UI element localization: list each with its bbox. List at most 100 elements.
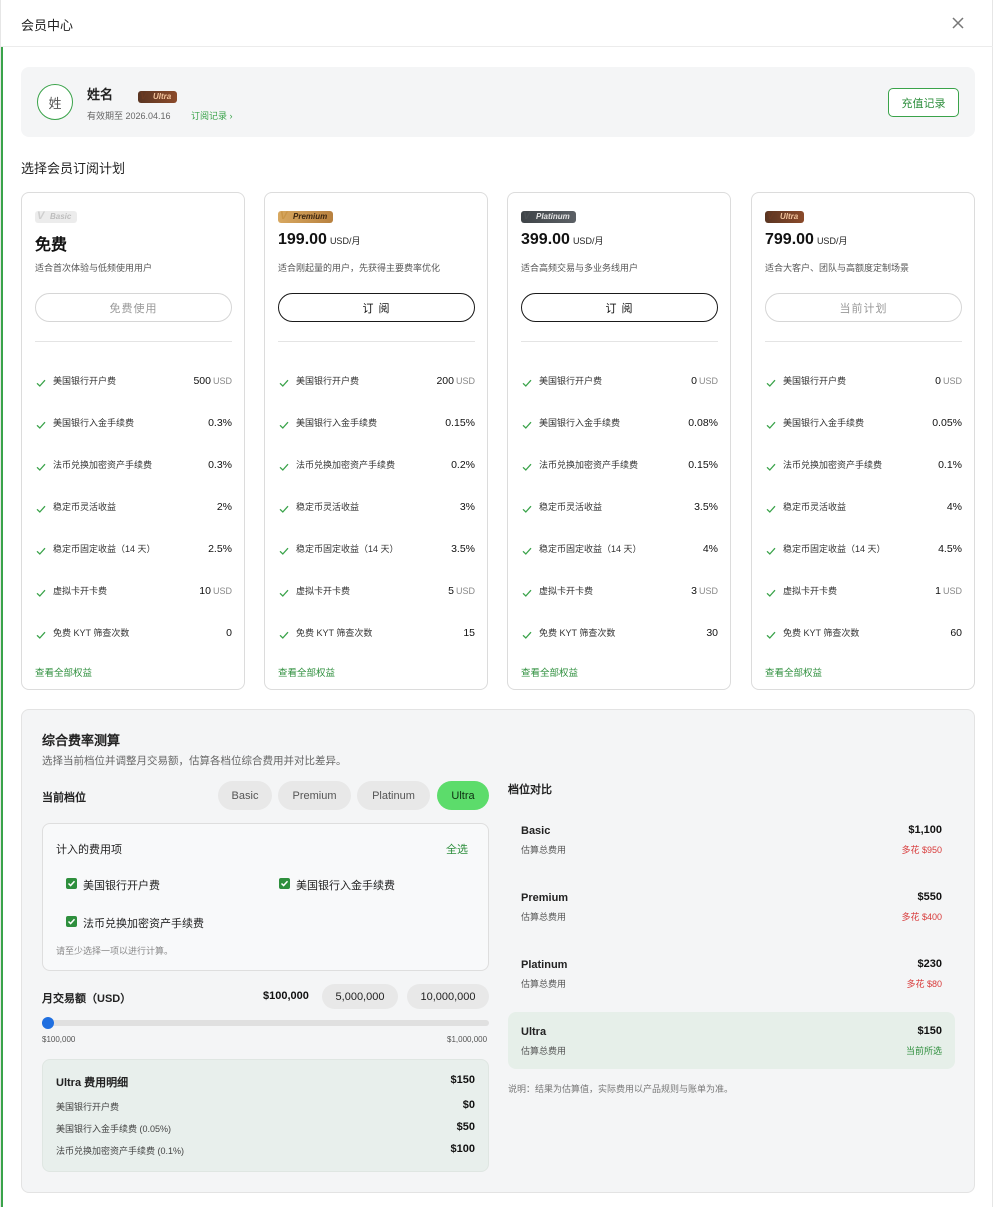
select-all-link[interactable]: 全选 bbox=[446, 841, 468, 857]
feature-unit: USD bbox=[455, 376, 475, 386]
current-tier-label: 当前档位 bbox=[42, 792, 86, 804]
feature-value: 0 bbox=[226, 627, 232, 639]
fee-option-label: 美国银行开户费 bbox=[83, 880, 160, 892]
compare-item-platinum: Platinum 估算总费用 $230 多花 $80 bbox=[508, 945, 955, 1002]
checkbox-checked[interactable] bbox=[66, 916, 77, 927]
feature-name: 美国银行开户费 bbox=[783, 376, 847, 386]
plan-description: 适合大客户、团队与高额度定制场景 bbox=[765, 263, 910, 273]
check-icon bbox=[35, 418, 47, 430]
feature-value: 60 bbox=[950, 627, 962, 639]
check-icon bbox=[278, 460, 290, 472]
plan-feature-row: 稳定币固定收益（14 天） 4.5% bbox=[765, 542, 962, 558]
tier-pill-platinum[interactable]: Platinum bbox=[357, 781, 430, 810]
feature-value: 4% bbox=[946, 501, 962, 513]
check-icon bbox=[521, 502, 533, 514]
tier-pill-premium[interactable]: Premium bbox=[278, 781, 351, 810]
detail-row-label: 法币兑换加密资产手续费 (0.1%) bbox=[56, 1146, 185, 1156]
feature-name: 美国银行入金手续费 bbox=[783, 418, 865, 428]
plan-feature-row: 免费 KYT 筛查次数 0 bbox=[35, 626, 232, 642]
check-icon bbox=[35, 460, 47, 472]
compare-tier-current: 当前所选 bbox=[905, 1046, 942, 1056]
check-icon bbox=[521, 418, 533, 430]
close-button[interactable] bbox=[948, 13, 968, 33]
compare-tier-name: Premium bbox=[521, 892, 569, 904]
plan-feature-row: 免费 KYT 筛查次数 60 bbox=[765, 626, 962, 642]
free-use-button[interactable]: 免费使用 bbox=[35, 293, 232, 322]
check-icon bbox=[765, 628, 777, 640]
check-icon bbox=[765, 502, 777, 514]
plan-feature-row: 法币兑换加密资产手续费 0.2% bbox=[278, 458, 475, 474]
plan-description: 适合刚起量的用户，先获得主要费率优化 bbox=[278, 263, 441, 273]
feature-name: 虚拟卡开卡费 bbox=[296, 586, 351, 596]
detail-row-value: $0 bbox=[462, 1099, 475, 1111]
feature-value: 3 USD bbox=[691, 585, 718, 597]
feature-name: 稳定币灵活收益 bbox=[296, 502, 360, 512]
compare-tier-value: $230 bbox=[917, 958, 942, 970]
feature-value: 0.05% bbox=[932, 417, 962, 429]
fee-items-title: 计入的费用项 bbox=[56, 844, 122, 856]
view-all-benefits-link[interactable]: 查看全部权益 bbox=[521, 665, 578, 679]
feature-name: 稳定币固定收益（14 天） bbox=[296, 544, 399, 554]
compare-item-basic: Basic 估算总费用 $1,100 多花 $950 bbox=[508, 811, 955, 868]
view-all-benefits-link[interactable]: 查看全部权益 bbox=[35, 665, 92, 679]
check-icon bbox=[521, 586, 533, 598]
feature-name: 法币兑换加密资产手续费 bbox=[539, 460, 639, 470]
checkbox-checked[interactable] bbox=[66, 878, 77, 889]
tier-pill-ultra[interactable]: Ultra bbox=[437, 781, 489, 810]
feature-unit: USD bbox=[455, 586, 475, 596]
compare-tier-diff: 多花 $950 bbox=[901, 845, 942, 855]
plan-price-amount: 199.00 bbox=[278, 231, 327, 248]
feature-name: 免费 KYT 筛查次数 bbox=[53, 628, 130, 638]
view-all-benefits-link[interactable]: 查看全部权益 bbox=[278, 665, 335, 679]
plan-card-ultra: V Ultra 799.00 USD/月 适合大客户、团队与高额度定制场景 当前计划 美国银… bbox=[751, 192, 975, 690]
left-accent-bar bbox=[1, 47, 3, 1207]
view-all-benefits-link[interactable]: 查看全部权益 bbox=[765, 665, 822, 679]
feature-value: 2% bbox=[216, 501, 232, 513]
fee-detail-total: $150 bbox=[450, 1074, 475, 1086]
plan-feature-row: 虚拟卡开卡费 1 USD bbox=[765, 584, 962, 600]
current-plan-button[interactable]: 当前计划 bbox=[765, 293, 962, 322]
compare-tier-value: $1,100 bbox=[908, 824, 942, 836]
membership-center-window: 会员中心 姓 姓名 V Ultra 有效期至 2026.04.16 订阅记录 › … bbox=[0, 0, 993, 1207]
volume-slider-track[interactable] bbox=[42, 1020, 489, 1026]
slider-min-label: $100,000 bbox=[42, 1035, 76, 1044]
plan-description: 适合高频交易与多业务线用户 bbox=[521, 263, 639, 273]
feature-value: 5 USD bbox=[448, 585, 475, 597]
feature-unit: USD bbox=[942, 586, 962, 596]
basic-badge: V Basic bbox=[35, 210, 78, 223]
volume-preset-5m[interactable]: 5,000,000 bbox=[322, 984, 398, 1009]
check-icon bbox=[35, 628, 47, 640]
plan-feature-row: 虚拟卡开卡费 5 USD bbox=[278, 584, 475, 600]
feature-name: 美国银行开户费 bbox=[539, 376, 603, 386]
recharge-records-button[interactable]: 充值记录 bbox=[888, 88, 959, 117]
feature-name: 虚拟卡开卡费 bbox=[539, 586, 594, 596]
feature-value: 3% bbox=[459, 501, 475, 513]
subscription-records-link[interactable]: 订阅记录 › bbox=[191, 109, 233, 122]
fee-detail-title: Ultra 费用明细 bbox=[56, 1077, 129, 1089]
feature-value: 0.1% bbox=[938, 459, 962, 471]
check-icon bbox=[765, 418, 777, 430]
check-icon bbox=[765, 544, 777, 556]
checkbox-checked[interactable] bbox=[279, 878, 290, 889]
check-icon bbox=[35, 586, 47, 598]
compare-tier-sub: 估算总费用 bbox=[521, 979, 567, 989]
feature-name: 稳定币灵活收益 bbox=[783, 502, 847, 512]
page-title: 会员中心 bbox=[21, 18, 74, 33]
feature-value: 15 bbox=[463, 627, 475, 639]
plan-feature-row: 美国银行入金手续费 0.15% bbox=[278, 416, 475, 432]
volume-slider-thumb[interactable] bbox=[42, 1017, 54, 1029]
feature-name: 稳定币灵活收益 bbox=[539, 502, 603, 512]
check-icon bbox=[278, 586, 290, 598]
subscribe-button[interactable]: 订 阅 bbox=[278, 293, 475, 322]
subscribe-button[interactable]: 订 阅 bbox=[521, 293, 718, 322]
feature-unit: USD bbox=[212, 376, 232, 386]
plan-feature-row: 美国银行开户费 0 USD bbox=[521, 374, 718, 390]
check-icon bbox=[278, 502, 290, 514]
check-icon bbox=[67, 918, 76, 925]
tier-pill-basic[interactable]: Basic bbox=[218, 781, 272, 810]
plan-feature-row: 稳定币灵活收益 3% bbox=[278, 500, 475, 516]
plan-price: 免费 bbox=[35, 231, 70, 255]
ultra-badge: V Ultra bbox=[138, 90, 178, 103]
feature-name: 免费 KYT 筛查次数 bbox=[783, 628, 860, 638]
volume-preset-10m[interactable]: 10,000,000 bbox=[407, 984, 489, 1009]
